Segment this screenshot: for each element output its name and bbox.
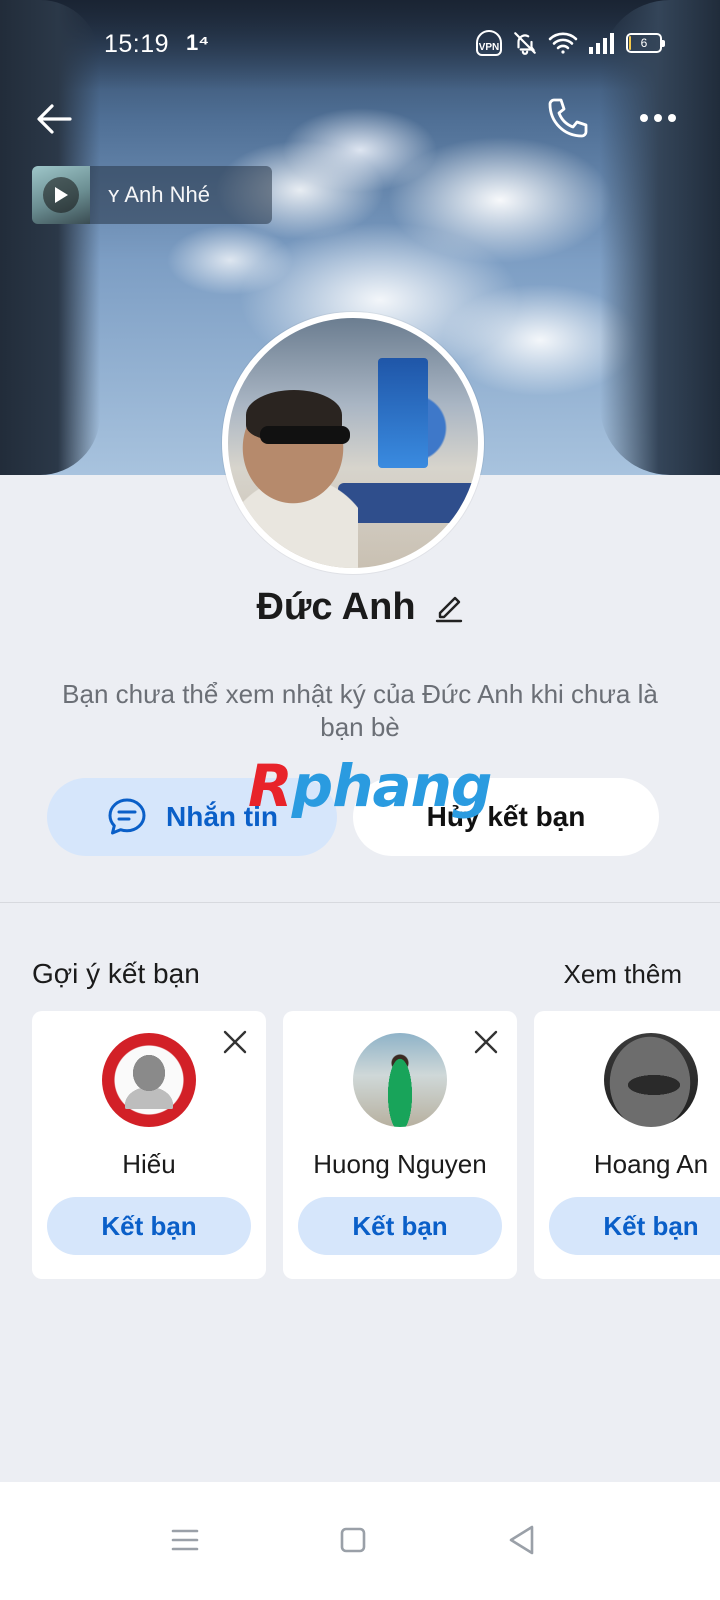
home-square-icon[interactable] bbox=[333, 1520, 373, 1560]
avatar-photo-detail bbox=[124, 1053, 174, 1109]
close-icon[interactable] bbox=[473, 1029, 499, 1055]
privacy-note: Bạn chưa thể xem nhật ký của Đức Anh khi… bbox=[62, 679, 658, 742]
unfriend-button[interactable]: Hủy kết bạn bbox=[353, 778, 659, 856]
status-time: 15:19 bbox=[104, 30, 170, 58]
add-friend-button[interactable]: Kết bạn bbox=[298, 1197, 502, 1255]
play-icon[interactable] bbox=[43, 177, 79, 213]
message-button-label: Nhắn tin bbox=[166, 801, 278, 832]
suggestion-card[interactable]: Hoang An Kết bạn bbox=[534, 1011, 720, 1279]
vpn-icon: VPN bbox=[476, 30, 502, 56]
suggestion-name: Huong Nguyen bbox=[313, 1149, 487, 1179]
data-activity-indicator: 1⁴ bbox=[186, 30, 210, 55]
signal-icon bbox=[589, 33, 614, 54]
wifi-icon bbox=[548, 32, 578, 54]
add-friend-button[interactable]: Kết bạn bbox=[47, 1197, 251, 1255]
battery-level-text: 6 bbox=[640, 36, 648, 50]
chat-bubble-icon bbox=[108, 798, 146, 835]
message-button[interactable]: Nhắn tin bbox=[47, 778, 337, 856]
profile-name-row: Đức Anh bbox=[0, 582, 720, 632]
avatar-photo-glasses bbox=[260, 426, 350, 444]
status-bar: 15:19 1⁴ VPN 6 bbox=[0, 0, 720, 80]
friend-suggestions-header: Gợi ý kết bạn Xem thêm bbox=[32, 954, 682, 994]
battery-level-fill bbox=[629, 36, 631, 50]
phone-icon[interactable] bbox=[544, 96, 590, 142]
vpn-label: VPN bbox=[478, 42, 500, 53]
back-arrow-icon[interactable] bbox=[34, 98, 76, 140]
unfriend-button-label: Hủy kết bạn bbox=[426, 801, 586, 832]
see-more-link[interactable]: Xem thêm bbox=[564, 959, 683, 990]
suggestion-avatar[interactable] bbox=[102, 1033, 196, 1127]
section-divider bbox=[0, 902, 720, 903]
suggestion-card[interactable]: Hiếu Kết bạn bbox=[32, 1011, 266, 1279]
avatar-photo-seats bbox=[338, 483, 478, 523]
battery-icon: 6 bbox=[626, 33, 665, 53]
profile-name: Đức Anh bbox=[256, 585, 416, 628]
avatar-photo-kiosk bbox=[378, 358, 428, 468]
profile-music-chip[interactable]: ʏ Anh Nhé bbox=[32, 166, 272, 224]
more-dots-icon[interactable] bbox=[636, 100, 680, 136]
close-icon[interactable] bbox=[222, 1029, 248, 1055]
suggestion-name: Hoang An bbox=[593, 1149, 709, 1179]
bell-muted-icon bbox=[514, 32, 536, 55]
music-thumbnail bbox=[32, 166, 90, 224]
add-friend-button[interactable]: Kết bạn bbox=[549, 1197, 720, 1255]
suggestion-card[interactable]: Huong Nguyen Kết bạn bbox=[283, 1011, 517, 1279]
menu-icon[interactable] bbox=[165, 1520, 205, 1560]
friend-suggestions-title: Gợi ý kết bạn bbox=[32, 958, 200, 989]
pencil-icon[interactable] bbox=[434, 591, 464, 623]
suggestion-name: Hiếu bbox=[122, 1149, 176, 1179]
suggestion-cards[interactable]: Hiếu Kết bạn Huong Nguyen Kết bạn Hoang … bbox=[0, 1011, 720, 1279]
suggestion-avatar[interactable] bbox=[604, 1033, 698, 1127]
music-title: ʏ Anh Nhé bbox=[108, 182, 210, 207]
system-nav-bar bbox=[0, 1482, 720, 1600]
status-icons: VPN 6 bbox=[476, 30, 665, 56]
profile-avatar[interactable] bbox=[222, 312, 484, 574]
suggestion-avatar[interactable] bbox=[353, 1033, 447, 1127]
back-triangle-icon[interactable] bbox=[502, 1520, 542, 1560]
